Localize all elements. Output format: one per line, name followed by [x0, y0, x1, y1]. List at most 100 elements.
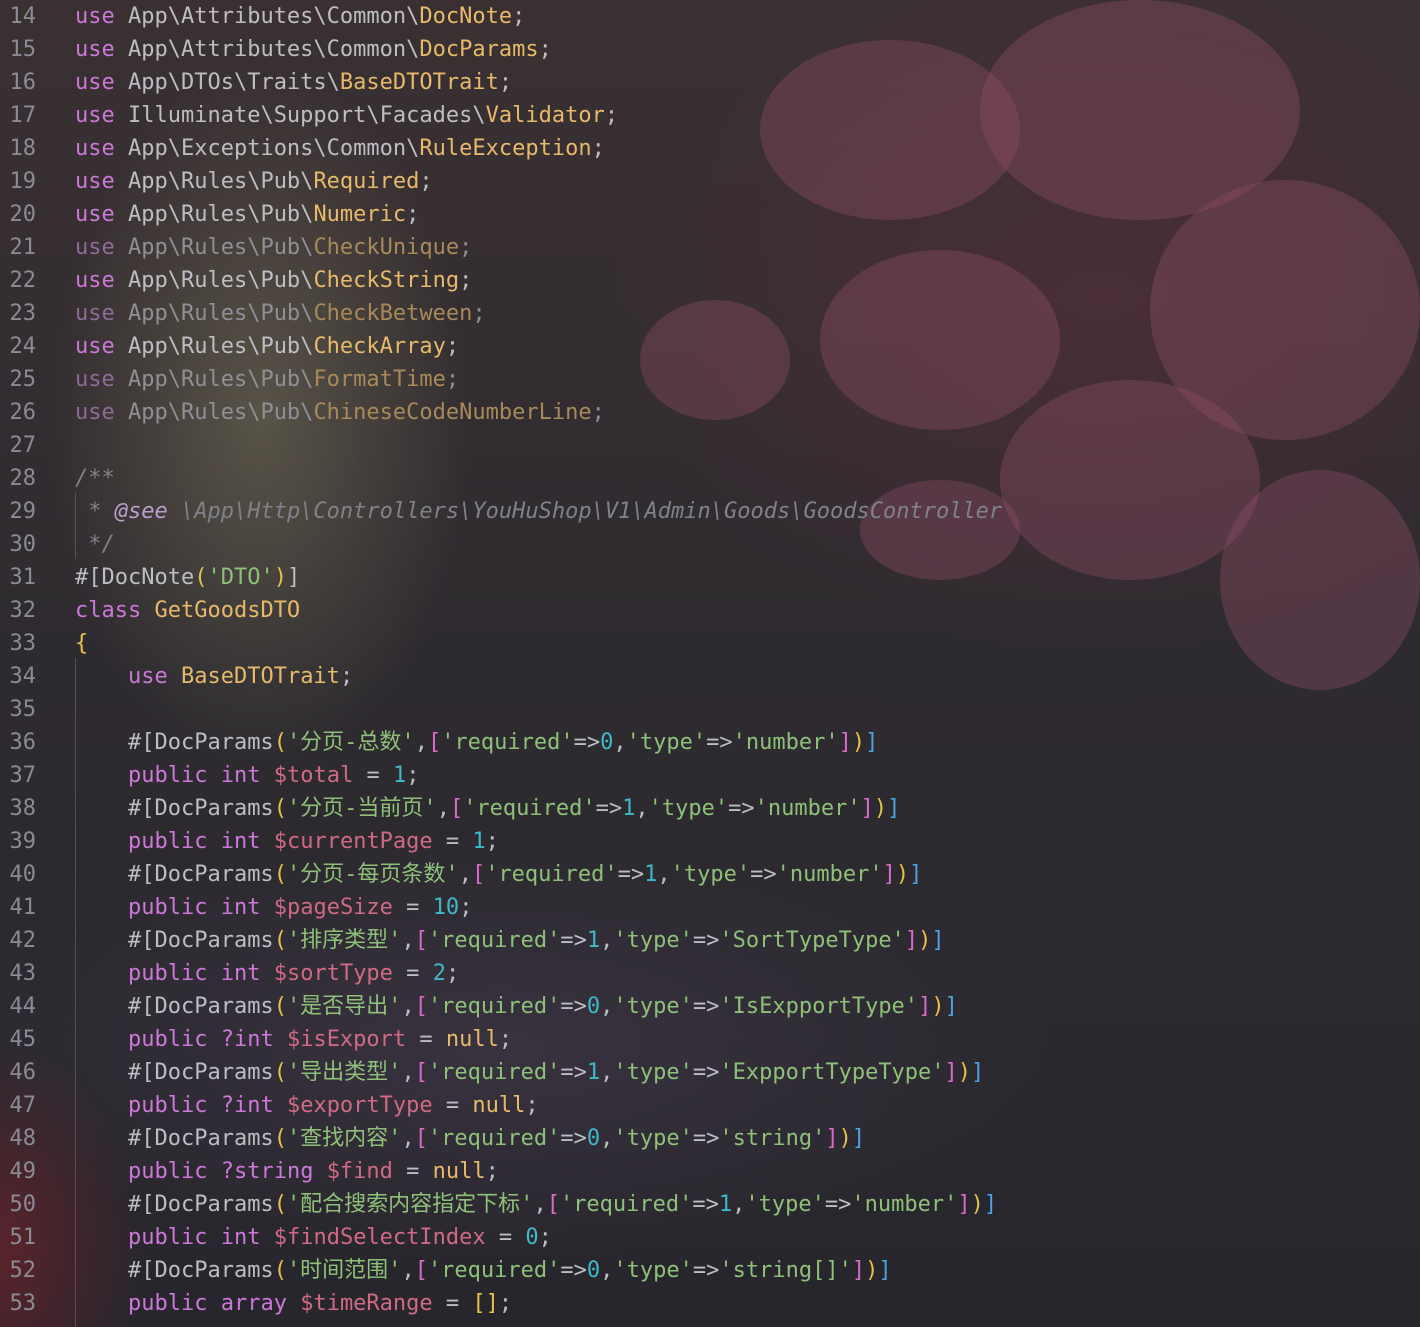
code-line[interactable]: 16 use App\DTOs\Traits\BaseDTOTrait; [0, 66, 1420, 99]
code-text: use App\Attributes\Common\DocParams; [75, 33, 552, 66]
code-line[interactable]: 27 [0, 429, 1420, 462]
code-line[interactable]: 24 use App\Rules\Pub\CheckArray; [0, 330, 1420, 363]
code-line[interactable]: 49 public ?string $find = null; [0, 1155, 1420, 1188]
code-text: #[DocParams('分页-当前页',['required'=>1,'typ… [75, 792, 900, 825]
code-token: ) [931, 994, 945, 1019]
code-token: ; [406, 763, 420, 788]
line-number: 17 [9, 103, 37, 128]
code-line[interactable]: 52 #[DocParams('时间范围',['required'=>0,'ty… [0, 1254, 1420, 1287]
code-line[interactable]: 15 use App\Attributes\Common\DocParams; [0, 33, 1420, 66]
line-number: 25 [9, 367, 37, 392]
code-token: 'type' [626, 730, 707, 755]
code-token: => [573, 730, 601, 755]
code-token: ] [944, 994, 958, 1019]
code-token: null [445, 1027, 499, 1052]
code-line[interactable]: 37 public int $total = 1; [0, 759, 1420, 792]
line-number: 52 [9, 1258, 37, 1283]
code-line[interactable]: 35 [0, 693, 1420, 726]
code-text: public int $total = 1; [75, 759, 419, 792]
code-token: => [728, 796, 755, 821]
code-line[interactable]: 20 use App\Rules\Pub\Numeric; [0, 198, 1420, 231]
code-line[interactable]: 40 #[DocParams('分页-每页条数',['required'=>1,… [0, 858, 1420, 891]
code-line[interactable]: 53 public array $timeRange = []; [0, 1287, 1420, 1320]
code-line[interactable]: 48 #[DocParams('查找内容',['required'=>0,'ty… [0, 1122, 1420, 1155]
code-token: * [75, 499, 115, 524]
code-token: ) [851, 730, 866, 755]
code-token: DocParams [419, 37, 539, 62]
code-line[interactable]: 22 use App\Rules\Pub\CheckString; [0, 264, 1420, 297]
code-token: '配合搜索内容指定下标' [286, 1192, 534, 1217]
code-token: 2 [432, 961, 446, 986]
line-number: 51 [9, 1225, 37, 1250]
code-token: [ [449, 796, 464, 821]
code-line[interactable]: 33 { [0, 627, 1420, 660]
code-token: ; [538, 1225, 552, 1250]
code-line[interactable]: 18 use App\Exceptions\Common\RuleExceptio… [0, 132, 1420, 165]
code-token: = [432, 829, 473, 854]
code-token: , [600, 994, 614, 1019]
code-line[interactable]: 29 * @see \App\Http\Controllers\YouHuSho… [0, 495, 1420, 528]
code-line[interactable]: 47 public ?int $exportType = null; [0, 1089, 1420, 1122]
code-editor[interactable]: 14 use App\Attributes\Common\DocNote; 15 us… [0, 0, 1420, 1327]
code-token: public [127, 1225, 208, 1250]
code-line[interactable]: 36 #[DocParams('分页-总数',['required'=>0,'t… [0, 726, 1420, 759]
code-token: ( [273, 1060, 287, 1085]
code-token: #[DocParams [127, 730, 274, 755]
code-line[interactable]: 28 /** [0, 462, 1420, 495]
code-token: ] [887, 796, 901, 821]
code-line[interactable]: 51 public int $findSelectIndex = 0; [0, 1221, 1420, 1254]
code-line[interactable]: 26 use App\Rules\Pub\ChineseCodeNumberLin… [0, 396, 1420, 429]
code-line[interactable]: 44 #[DocParams('是否导出',['required'=>0,'ty… [0, 990, 1420, 1023]
code-token: App\Attributes\Common\ [114, 37, 420, 62]
code-token: #[DocNote [75, 565, 195, 590]
code-token: public [127, 961, 208, 986]
code-line[interactable]: 30 */ [0, 528, 1420, 561]
code-token: int [220, 1225, 261, 1250]
code-line[interactable]: 42 #[DocParams('排序类型',['required'=>1,'ty… [0, 924, 1420, 957]
code-line[interactable]: 14 use App\Attributes\Common\DocNote; [0, 0, 1420, 33]
code-token: ; [419, 169, 433, 194]
code-token: 1 [586, 1060, 601, 1085]
line-number: 24 [9, 334, 37, 359]
code-token: ; [459, 268, 473, 293]
code-token: App\Rules\Pub\ [114, 202, 314, 227]
code-token: ( [273, 1258, 287, 1283]
code-token: '分页-当前页' [286, 796, 437, 821]
code-line[interactable]: 23 use App\Rules\Pub\CheckBetween; [0, 297, 1420, 330]
code-line[interactable]: 43 public int $sortType = 2; [0, 957, 1420, 990]
code-token: ; [498, 1291, 513, 1316]
line-number: 46 [9, 1060, 37, 1085]
code-token: => [692, 1258, 720, 1283]
code-line[interactable]: 17 use Illuminate\Support\Facades\Validat… [0, 99, 1420, 132]
code-token: ChineseCodeNumberLine [313, 400, 592, 425]
code-line[interactable]: 31 #[DocNote('DTO')] [0, 561, 1420, 594]
code-token: '查找内容' [286, 1126, 402, 1151]
code-token: 'type' [613, 1060, 693, 1085]
code-token: public [127, 763, 208, 788]
code-line[interactable]: 32 class GetGoodsDTO [0, 594, 1420, 627]
code-line[interactable]: 38 #[DocParams('分页-当前页',['required'=>1,'… [0, 792, 1420, 825]
code-text: public array $timeRange = []; [75, 1287, 512, 1320]
code-token: => [692, 1060, 720, 1085]
code-line[interactable]: 39 public int $currentPage = 1; [0, 825, 1420, 858]
code-token: int [220, 829, 261, 854]
code-token: ] [882, 862, 896, 887]
code-line[interactable]: 45 public ?int $isExport = null; [0, 1023, 1420, 1056]
code-token: use [75, 37, 115, 62]
code-line[interactable]: 41 public int $pageSize = 10; [0, 891, 1420, 924]
code-token: => [692, 928, 720, 953]
code-line[interactable]: 25 use App\Rules\Pub\FormatTime; [0, 363, 1420, 396]
code-line[interactable]: 46 #[DocParams('导出类型',['required'=>1,'ty… [0, 1056, 1420, 1089]
code-line[interactable]: 19 use App\Rules\Pub\Required; [0, 165, 1420, 198]
code-token: FormatTime [313, 367, 446, 392]
code-line[interactable]: 34 use BaseDTOTrait; [0, 660, 1420, 693]
code-line[interactable]: 21 use App\Rules\Pub\CheckUnique; [0, 231, 1420, 264]
code-token: App\Rules\Pub\ [114, 169, 314, 194]
code-token: 'required' [427, 928, 561, 953]
code-line[interactable]: 50 #[DocParams('配合搜索内容指定下标',['required'=… [0, 1188, 1420, 1221]
code-token: [ [414, 994, 428, 1019]
